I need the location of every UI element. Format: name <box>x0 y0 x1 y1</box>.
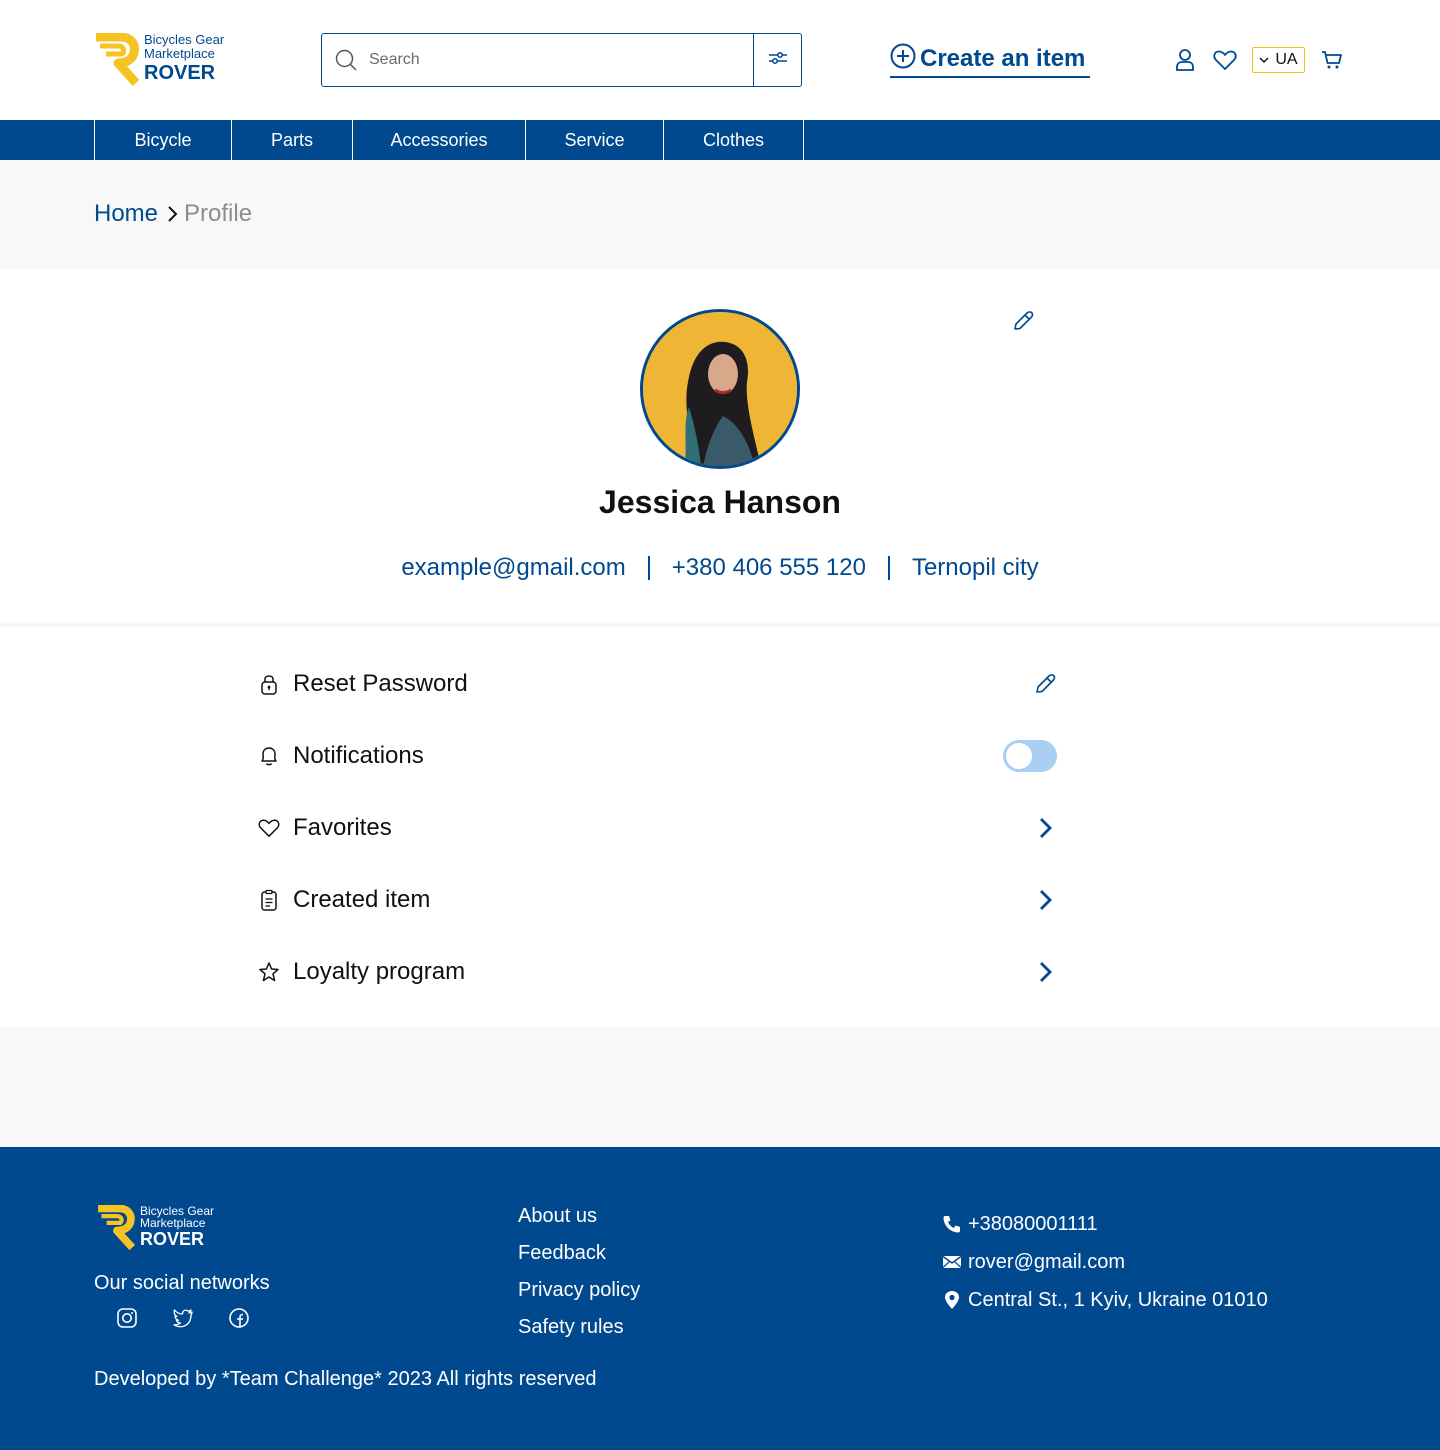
copyright: Developed by *Team Challenge* 2023 All r… <box>94 1368 597 1390</box>
cart-icon[interactable] <box>1319 46 1345 74</box>
footer-phone[interactable]: +38080001111 <box>942 1205 1268 1243</box>
star-icon <box>257 960 281 984</box>
profile-card: Jessica Hanson example@gmail.com +380 40… <box>0 269 1440 622</box>
mail-icon <box>942 1252 962 1272</box>
nav-item-parts[interactable]: Parts <box>232 120 353 160</box>
footer-link-privacy[interactable]: Privacy policy <box>518 1279 640 1316</box>
search-bar <box>321 33 802 87</box>
divider <box>887 556 890 580</box>
footer-links: About us Feedback Privacy policy Safety … <box>518 1205 640 1353</box>
footer-address-text: Central St., 1 Kyiv, Ukraine 01010 <box>968 1288 1268 1311</box>
profile-phone: +380 406 555 120 <box>671 554 866 581</box>
notifications-toggle[interactable] <box>1003 740 1057 772</box>
setting-favorites[interactable]: Favorites <box>257 808 1057 848</box>
footer-email[interactable]: rover@gmail.com <box>942 1243 1268 1281</box>
setting-created-item[interactable]: Created item <box>257 880 1057 920</box>
user-icon[interactable] <box>1172 46 1198 74</box>
language-label: UA <box>1275 51 1298 68</box>
instagram-icon[interactable] <box>116 1307 138 1329</box>
header: Bicycles Gear Marketplace ROVER Create a <box>0 0 1440 120</box>
logo-title: ROVER <box>140 1229 205 1249</box>
sliders-icon <box>768 50 788 71</box>
profile-email: example@gmail.com <box>401 554 626 581</box>
phone-icon <box>942 1214 962 1234</box>
social-links <box>116 1307 284 1329</box>
settings-list: Reset Password Notifications Favorites C… <box>0 627 1440 1027</box>
twitter-icon[interactable] <box>172 1307 194 1329</box>
lock-icon <box>257 672 281 696</box>
category-nav: Bicycle Parts Accessories Service Clothe… <box>0 120 1440 160</box>
toggle-knob <box>1006 743 1032 769</box>
search-input[interactable] <box>369 51 739 69</box>
plus-circle-icon <box>890 43 916 74</box>
logo-subtitle: Bicycles Gear <box>144 32 225 47</box>
nav-item-clothes[interactable]: Clothes <box>664 120 804 160</box>
chevron-right-icon[interactable] <box>1033 888 1057 912</box>
rover-logo-icon <box>94 1204 138 1251</box>
setting-label: Notifications <box>293 742 424 769</box>
rover-logo-icon <box>94 32 140 87</box>
search-icon <box>335 49 357 71</box>
create-item-label: Create an item <box>920 44 1086 72</box>
footer-link-safety[interactable]: Safety rules <box>518 1316 640 1353</box>
breadcrumb: Home Profile <box>94 200 252 228</box>
language-selector[interactable]: UA <box>1252 47 1305 73</box>
chevron-right-icon[interactable] <box>1033 816 1057 840</box>
bell-icon <box>257 744 281 768</box>
setting-label: Reset Password <box>293 670 468 697</box>
setting-loyalty-program[interactable]: Loyalty program <box>257 952 1057 992</box>
logo-title: ROVER <box>144 62 216 84</box>
heart-icon <box>257 816 281 840</box>
footer-contacts: +38080001111 rover@gmail.com Central St.… <box>942 1205 1268 1319</box>
logo-subtitle-2: Marketplace <box>144 46 215 61</box>
profile-contacts: example@gmail.com +380 406 555 120 Terno… <box>0 554 1440 582</box>
location-pin-icon <box>942 1290 962 1310</box>
filter-button[interactable] <box>753 34 801 86</box>
setting-label: Loyalty program <box>293 958 466 985</box>
nav-item-service[interactable]: Service <box>526 120 664 160</box>
footer-logo[interactable]: Bicycles Gear Marketplace ROVER <box>94 1204 214 1251</box>
social-networks-title: Our social networks <box>94 1272 270 1294</box>
setting-label: Favorites <box>293 814 392 841</box>
pencil-icon[interactable] <box>1033 672 1057 696</box>
setting-notifications: Notifications <box>257 736 1057 776</box>
edit-profile-pencil-icon[interactable] <box>1011 309 1035 333</box>
setting-label: Created item <box>293 886 431 913</box>
logo-subtitle-2: Marketplace <box>140 1216 206 1230</box>
setting-reset-password[interactable]: Reset Password <box>257 664 1057 704</box>
nav-item-accessories[interactable]: Accessories <box>353 120 526 160</box>
footer-link-about[interactable]: About us <box>518 1205 640 1242</box>
facebook-icon[interactable] <box>228 1307 250 1329</box>
avatar <box>640 309 800 469</box>
clipboard-icon <box>257 888 281 912</box>
footer-phone-text: +38080001111 <box>968 1212 1098 1235</box>
create-item-button[interactable]: Create an item <box>890 43 1091 78</box>
footer-email-text: rover@gmail.com <box>968 1250 1126 1273</box>
nav-item-bicycle[interactable]: Bicycle <box>95 120 232 160</box>
footer: Bicycles Gear Marketplace ROVER Our soci… <box>0 1147 1440 1450</box>
divider <box>647 556 650 580</box>
profile-name: Jessica Hanson <box>599 484 841 520</box>
breadcrumb-current: Profile <box>184 200 253 227</box>
breadcrumb-home[interactable]: Home <box>94 200 158 228</box>
footer-link-feedback[interactable]: Feedback <box>518 1242 640 1279</box>
chevron-right-icon[interactable] <box>1033 960 1057 984</box>
chevron-right-icon <box>166 205 178 223</box>
footer-address: Central St., 1 Kyiv, Ukraine 01010 <box>942 1281 1268 1319</box>
logo[interactable]: Bicycles Gear Marketplace ROVER <box>94 32 244 87</box>
heart-icon[interactable] <box>1212 46 1238 74</box>
chevron-down-icon <box>1259 51 1269 69</box>
profile-city: Ternopil city <box>911 554 1039 581</box>
